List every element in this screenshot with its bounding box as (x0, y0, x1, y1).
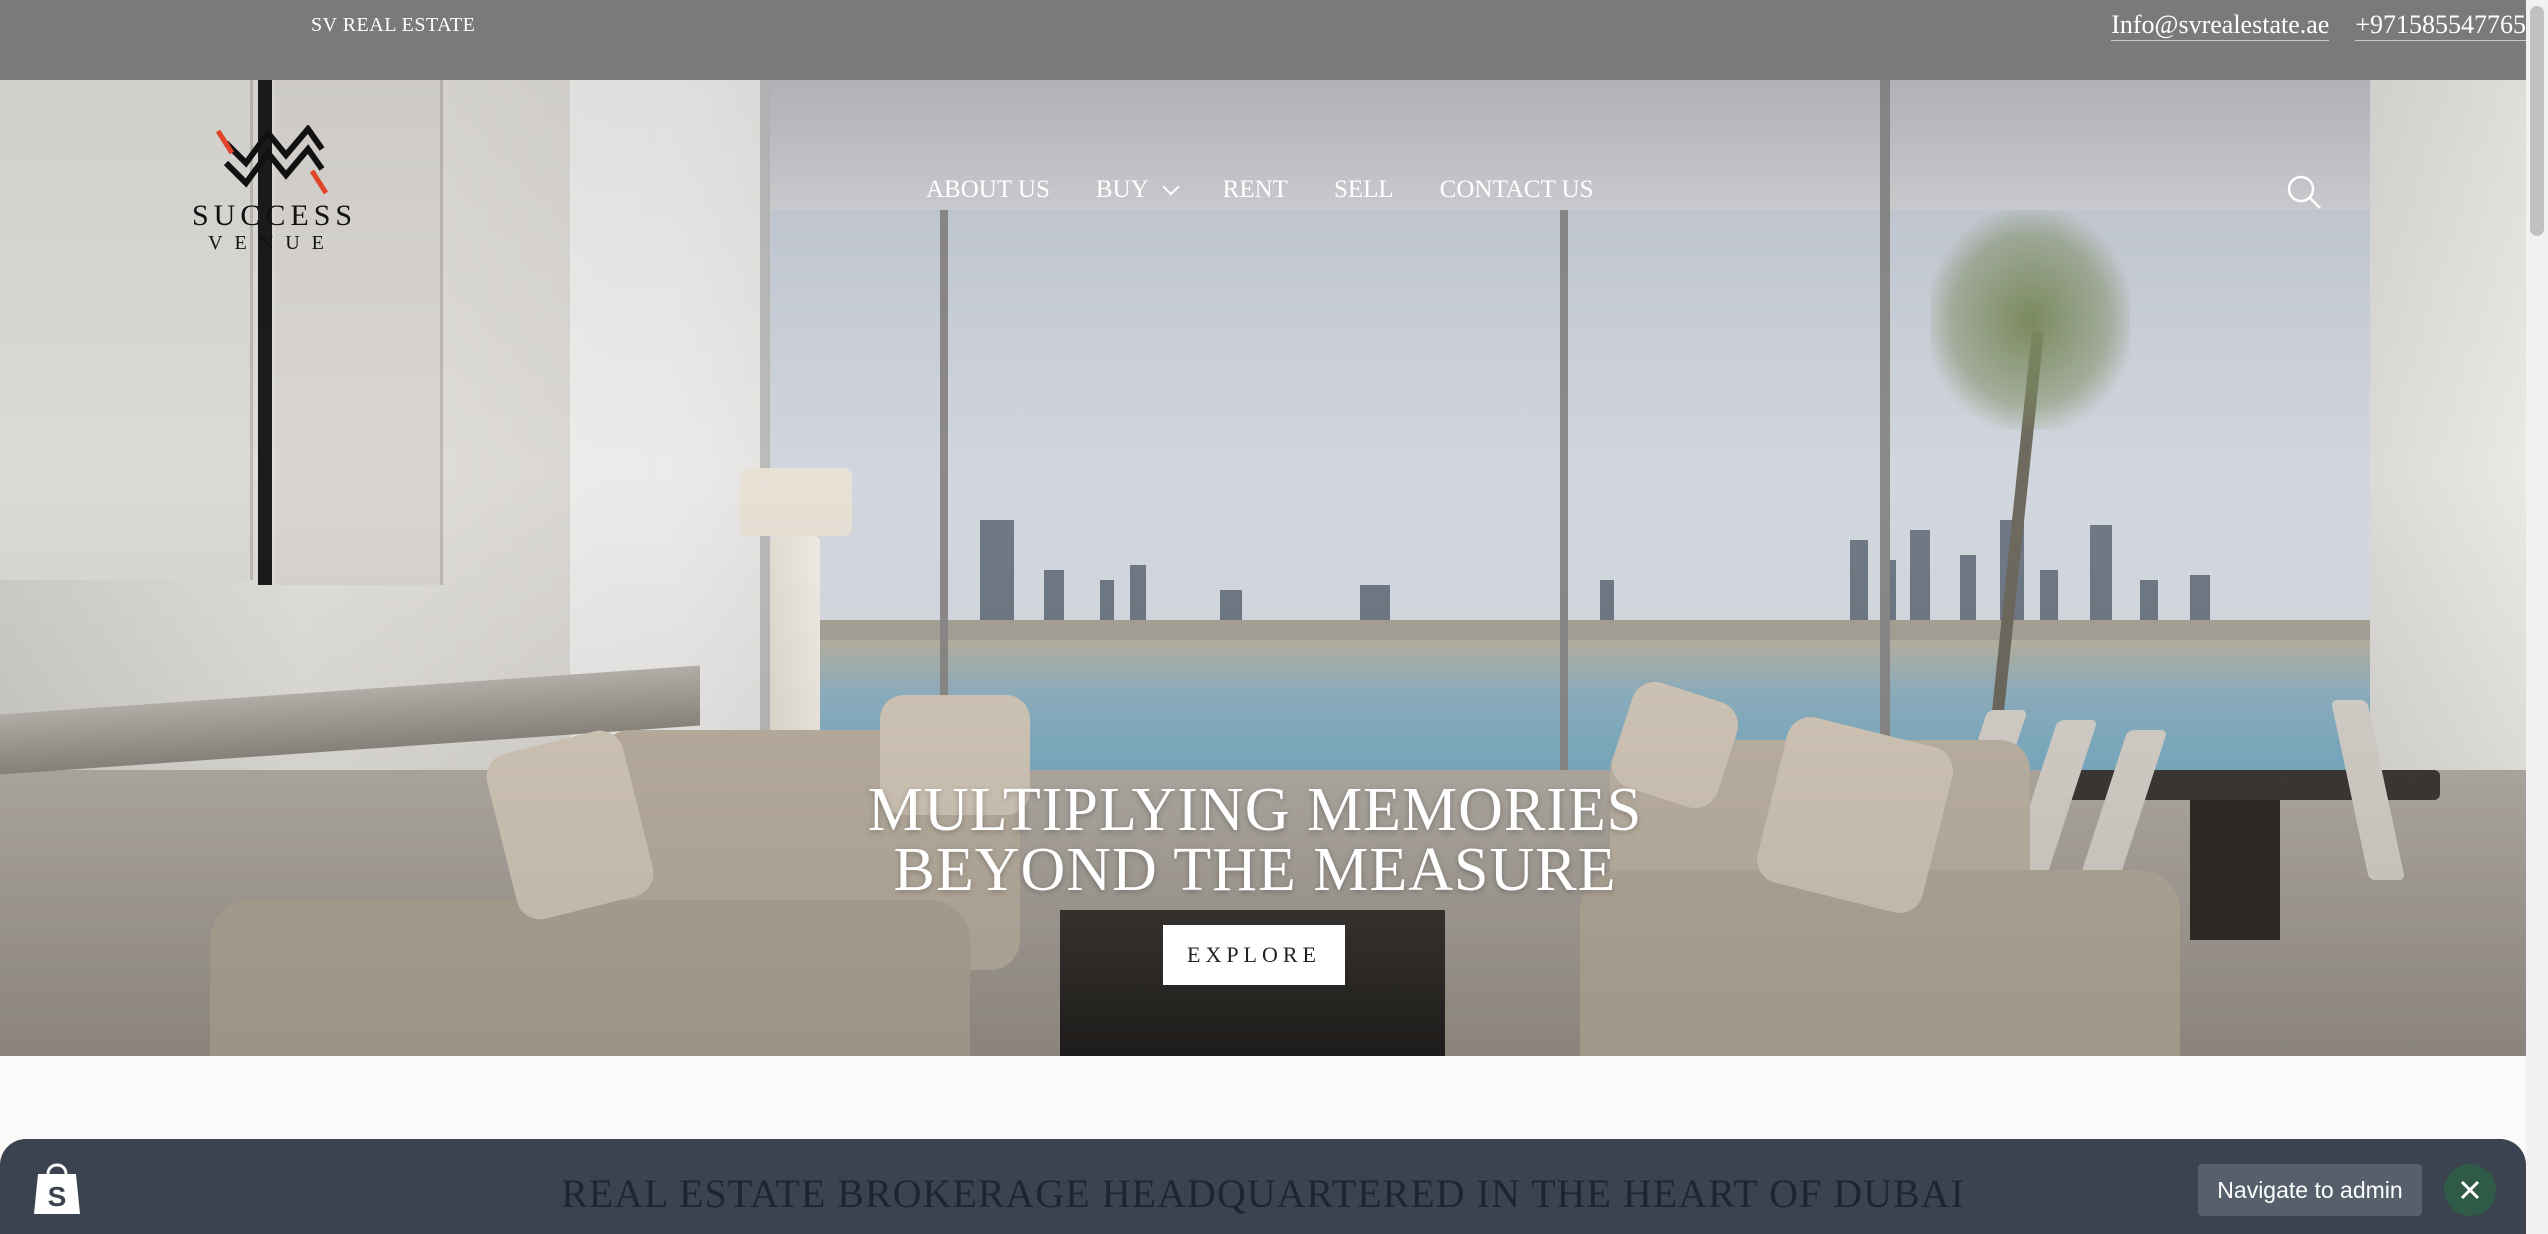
nav-rent[interactable]: RENT (1223, 176, 1288, 204)
email-link[interactable]: Info@svrealestate.ae (2111, 10, 2330, 41)
nav-sell[interactable]: SELL (1334, 176, 1394, 204)
contact-links: Info@svrealestate.ae +971585547765 (2111, 10, 2526, 41)
main-nav: ABOUT US BUY RENT SELL CONTACT US (926, 176, 1593, 204)
site-logo[interactable]: SUCCESS VENUE (192, 125, 352, 265)
logo-text-line2: VENUE (208, 232, 336, 254)
logo-mark-icon (215, 125, 329, 195)
hero-banner (0, 80, 2526, 1056)
nav-label: BUY (1095, 176, 1149, 203)
chevron-down-icon (1162, 178, 1180, 196)
page-scrollbar[interactable] (2526, 0, 2548, 1234)
navigate-to-admin-button[interactable]: Navigate to admin (2198, 1164, 2422, 1216)
hero-headline: MULTIPLYING MEMORIES BEYOND THE MEASURE (700, 776, 1810, 904)
scrollbar-thumb[interactable] (2530, 6, 2544, 236)
search-icon[interactable] (2284, 172, 2324, 212)
brand-name: SV REAL ESTATE (311, 14, 476, 36)
hero-headline-line2: BEYOND THE MEASURE (893, 836, 1617, 904)
nav-buy[interactable]: BUY (1095, 176, 1180, 204)
section-title: REAL ESTATE BROKERAGE HEADQUARTERED IN T… (561, 1171, 1965, 1216)
hero-overlay (0, 80, 2526, 1056)
phone-link[interactable]: +971585547765 (2355, 10, 2526, 41)
top-bar: SV REAL ESTATE Info@svrealestate.ae +971… (0, 0, 2526, 80)
nav-contact-us[interactable]: CONTACT US (1440, 176, 1594, 204)
hero-headline-line1: MULTIPLYING MEMORIES (867, 776, 1643, 844)
close-icon[interactable] (2444, 1164, 2496, 1216)
nav-label: ABOUT US (926, 176, 1050, 203)
logo-text-line1: SUCCESS (192, 199, 358, 232)
nav-label: RENT (1222, 176, 1288, 203)
nav-label: SELL (1333, 176, 1394, 203)
close-x-icon (2460, 1180, 2480, 1200)
nav-about-us[interactable]: ABOUT US (926, 176, 1050, 204)
explore-button[interactable]: EXPLORE (1163, 925, 1345, 985)
nav-label: CONTACT US (1439, 176, 1594, 203)
